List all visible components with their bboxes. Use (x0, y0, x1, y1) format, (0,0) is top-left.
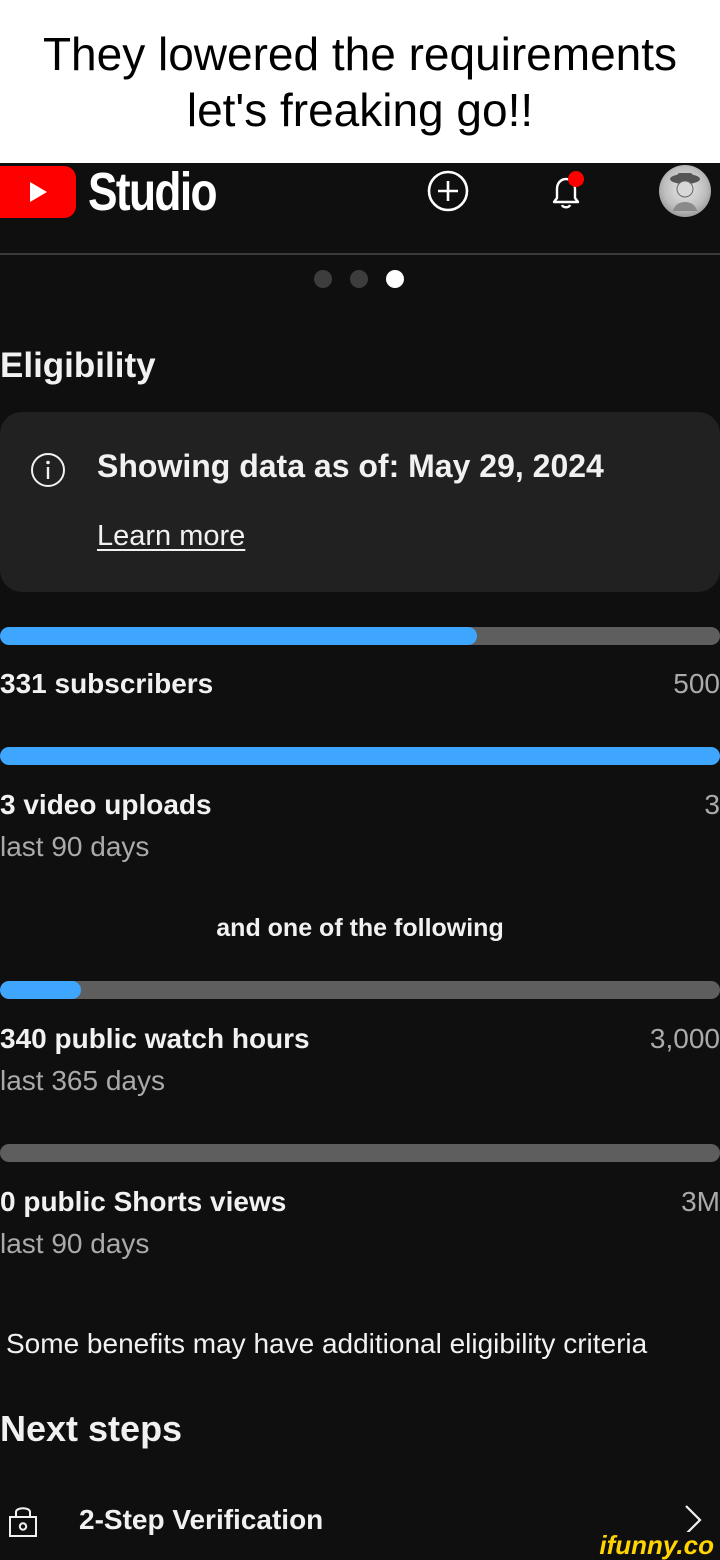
carousel-dot[interactable] (314, 270, 332, 288)
watch-hours-progress-bar (0, 981, 720, 999)
notifications-icon[interactable] (544, 169, 588, 213)
uploads-progress-bar (0, 747, 720, 765)
caption-line-1: They lowered the requirements (42, 27, 678, 80)
subscribers-target: 500 (673, 668, 720, 699)
shorts-views-target: 3M (681, 1186, 720, 1217)
subscribers-progress-bar (0, 627, 720, 645)
uploads-target: 3 (704, 789, 720, 820)
data-date-text: Showing data as of: May 29, 2024 (97, 448, 604, 484)
benefits-note: Some benefits may have additional eligib… (6, 1328, 648, 1359)
info-card (0, 412, 720, 592)
separator-text: and one of the following (216, 914, 504, 942)
watermark-text: ifunny.co (582, 1532, 720, 1558)
app-bar: Studio (0, 161, 720, 253)
info-icon (31, 453, 65, 487)
uploads-period: last 90 days (0, 831, 150, 862)
lock-icon (9, 1507, 37, 1537)
carousel-indicator (314, 270, 404, 288)
section-title: Eligibility (0, 346, 156, 385)
watch-hours-period: last 365 days (0, 1065, 165, 1096)
learn-more-link[interactable]: Learn more (97, 520, 245, 553)
watch-hours-target: 3,000 (649, 1023, 720, 1054)
watch-hours-count: 340 public watch hours (0, 1023, 310, 1054)
youtube-logo-icon[interactable] (0, 166, 76, 218)
app-bar-divider (0, 253, 720, 255)
notification-badge (568, 171, 584, 187)
shorts-views-progress-bar (0, 1144, 720, 1162)
studio-logo-text[interactable]: Studio (88, 161, 218, 223)
meme-caption: They lowered the requirements let's frea… (0, 0, 720, 163)
carousel-dot[interactable] (350, 270, 368, 288)
carousel-dot-active[interactable] (386, 270, 404, 288)
shorts-views-period: last 90 days (0, 1228, 150, 1259)
next-steps-title: Next steps (0, 1408, 183, 1449)
next-step-label: 2-Step Verification (79, 1504, 324, 1535)
subscribers-count: 331 subscribers (0, 668, 214, 699)
caption-line-2: let's freaking go!! (186, 83, 534, 136)
uploads-count: 3 video uploads (0, 789, 212, 820)
create-icon[interactable] (426, 169, 470, 213)
avatar[interactable] (659, 165, 711, 217)
shorts-views-count: 0 public Shorts views (0, 1186, 287, 1217)
